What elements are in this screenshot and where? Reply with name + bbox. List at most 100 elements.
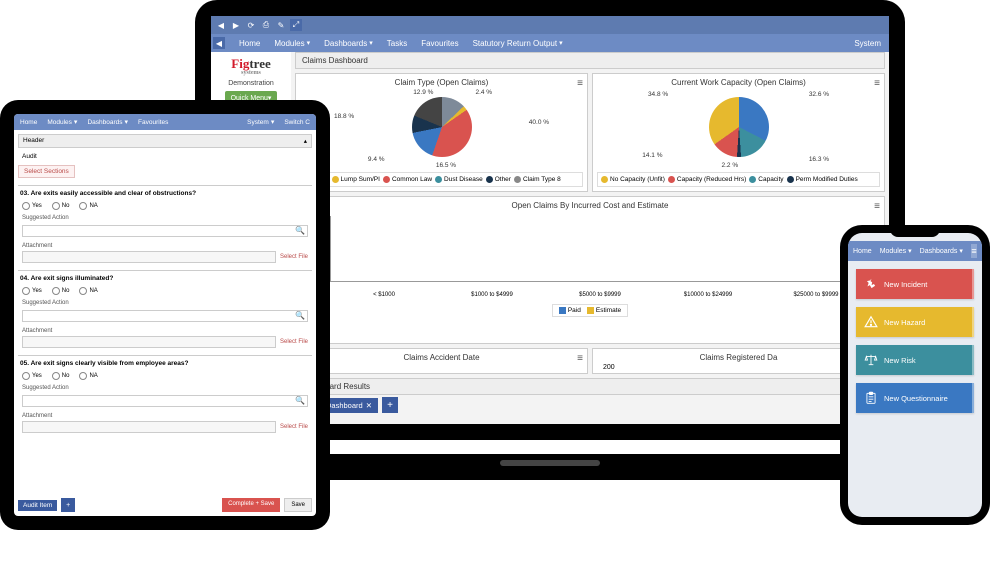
legend: Test2 Lump Sum/PI Common Law Dust Diseas… xyxy=(300,172,583,187)
tablet-nav: Home Modules Dashboards Favourites Syste… xyxy=(14,114,316,130)
search-icon[interactable]: 🔍 xyxy=(295,396,305,405)
suggested-action-label: Suggested Action xyxy=(18,298,312,308)
question-05: 05. Are exit signs clearly visible from … xyxy=(18,355,312,369)
collapse-icon[interactable]: ▴ xyxy=(304,137,307,145)
claims-dashboard-header: Claims Dashboard xyxy=(295,52,885,69)
open-claims-bar-chart: Claim Count 150 100 50 0 xyxy=(300,212,880,302)
close-icon[interactable]: ✕ xyxy=(366,401,372,410)
nav-favourites[interactable]: Favourites xyxy=(138,119,168,126)
copyright: Copyright © xyxy=(295,413,885,424)
phone-device: Home Modules Dashboards ≡ New Incident N… xyxy=(840,225,990,525)
hamburger-icon[interactable]: ≡ xyxy=(971,244,977,258)
main-nav: ◀ Home Modules Dashboards Tasks Favourit… xyxy=(211,34,889,52)
nav-switch[interactable]: Switch C xyxy=(284,119,310,126)
refresh-icon[interactable]: ⟳ xyxy=(245,19,257,31)
new-questionnaire-tile[interactable]: New Questionnaire xyxy=(856,383,974,413)
radio-na[interactable]: NA xyxy=(79,287,97,295)
nav-home[interactable]: Home xyxy=(239,39,260,48)
nav-home[interactable]: Home xyxy=(853,248,872,255)
open-claims-bar-panel: ≡ Open Claims By Incurred Cost and Estim… xyxy=(295,196,885,344)
demo-label: Demonstration xyxy=(215,80,287,87)
print-icon[interactable]: ⎙ xyxy=(260,19,272,31)
brush-icon[interactable]: ✎ xyxy=(275,19,287,31)
nav-modules[interactable]: Modules xyxy=(274,39,310,48)
select-file-button[interactable]: Select File xyxy=(280,254,308,260)
nav-dashboards[interactable]: Dashboards xyxy=(920,247,963,255)
file-input[interactable] xyxy=(22,421,276,433)
panel-title: Claim Type (Open Claims) xyxy=(300,78,583,87)
hamburger-icon[interactable]: ≡ xyxy=(577,353,583,364)
search-icon[interactable]: 🔍 xyxy=(295,311,305,320)
radio-group: Yes No NA xyxy=(18,284,312,298)
nav-system[interactable]: System xyxy=(854,39,881,48)
dashboard-results-header: Dashboard Results xyxy=(295,378,885,395)
file-input[interactable] xyxy=(22,251,276,263)
radio-no[interactable]: No xyxy=(52,287,70,295)
radio-na[interactable]: NA xyxy=(79,202,97,210)
radio-group: Yes No NA xyxy=(18,199,312,213)
add-tab-button[interactable]: + xyxy=(382,397,398,413)
radio-group: Yes No NA xyxy=(18,369,312,383)
claim-type-pie-chart xyxy=(412,97,472,157)
nav-home[interactable]: Home xyxy=(20,119,37,126)
tablet-device: Home Modules Dashboards Favourites Syste… xyxy=(0,100,330,530)
suggested-action-label: Suggested Action xyxy=(18,213,312,223)
suggested-action-label: Suggested Action xyxy=(18,383,312,393)
hamburger-icon[interactable]: ≡ xyxy=(874,201,880,212)
radio-yes[interactable]: Yes xyxy=(22,202,42,210)
radio-yes[interactable]: Yes xyxy=(22,372,42,380)
tab-audit-item[interactable]: Audit Item xyxy=(18,500,57,511)
back-icon[interactable]: ◀ xyxy=(215,19,227,31)
phone-app: Home Modules Dashboards ≡ New Incident N… xyxy=(848,233,982,517)
question-04: 04. Are exit signs illuminated? xyxy=(18,270,312,284)
warning-icon xyxy=(864,315,878,329)
add-tab-button[interactable]: + xyxy=(61,498,75,512)
bar-legend: Paid Estimate xyxy=(552,304,628,317)
suggested-action-input[interactable]: 🔍 xyxy=(22,225,308,237)
search-icon[interactable]: 🔍 xyxy=(295,226,305,235)
file-input[interactable] xyxy=(22,336,276,348)
scales-icon xyxy=(864,353,878,367)
phone-nav: Home Modules Dashboards ≡ xyxy=(848,241,982,261)
legend: No Capacity (Unfit) Capacity (Reduced Hr… xyxy=(597,172,880,187)
collapse-icon[interactable]: ◀ xyxy=(213,37,225,49)
nav-modules[interactable]: Modules xyxy=(880,247,912,255)
nav-modules[interactable]: Modules xyxy=(47,118,77,126)
logo: Figtree systems xyxy=(215,56,287,76)
select-file-button[interactable]: Select File xyxy=(280,424,308,430)
hamburger-icon[interactable]: ≡ xyxy=(577,78,583,89)
radio-na[interactable]: NA xyxy=(79,372,97,380)
suggested-action-input[interactable]: 🔍 xyxy=(22,395,308,407)
work-capacity-pie-chart xyxy=(709,97,769,157)
complete-save-button[interactable]: Complete + Save xyxy=(222,498,280,512)
expand-icon[interactable]: ⤢ xyxy=(290,19,302,31)
tablet-app: Home Modules Dashboards Favourites Syste… xyxy=(14,114,316,516)
radio-yes[interactable]: Yes xyxy=(22,287,42,295)
radio-no[interactable]: No xyxy=(52,202,70,210)
nav-tasks[interactable]: Tasks xyxy=(387,39,407,48)
header-bar: Header ▴ xyxy=(18,134,312,148)
nav-statutory[interactable]: Statutory Return Output xyxy=(473,39,563,48)
radio-no[interactable]: No xyxy=(52,372,70,380)
select-sections-button[interactable]: Select Sections xyxy=(18,165,75,178)
attachment-label: Attachment xyxy=(18,409,312,421)
new-risk-tile[interactable]: New Risk xyxy=(856,345,974,375)
nav-dashboards[interactable]: Dashboards xyxy=(87,118,128,126)
new-incident-tile[interactable]: New Incident xyxy=(856,269,974,299)
suggested-action-input[interactable]: 🔍 xyxy=(22,310,308,322)
nav-system[interactable]: System xyxy=(247,118,274,126)
clipboard-icon xyxy=(864,391,878,405)
work-capacity-panel: ≡ Current Work Capacity (Open Claims) 34… xyxy=(592,73,885,192)
select-file-button[interactable]: Select File xyxy=(280,339,308,345)
save-button[interactable]: Save xyxy=(284,498,312,512)
nav-favourites[interactable]: Favourites xyxy=(421,39,458,48)
nav-dashboards[interactable]: Dashboards xyxy=(324,39,373,48)
question-03: 03. Are exits easily accessible and clea… xyxy=(18,185,312,199)
panel-title: Open Claims By Incurred Cost and Estimat… xyxy=(300,201,880,210)
attachment-label: Attachment xyxy=(18,324,312,336)
new-hazard-tile[interactable]: New Hazard xyxy=(856,307,974,337)
person-falling-icon xyxy=(864,277,878,291)
forward-icon[interactable]: ▶ xyxy=(230,19,242,31)
hamburger-icon[interactable]: ≡ xyxy=(874,78,880,89)
toolbar: ◀ ▶ ⟳ ⎙ ✎ ⤢ xyxy=(211,16,889,34)
